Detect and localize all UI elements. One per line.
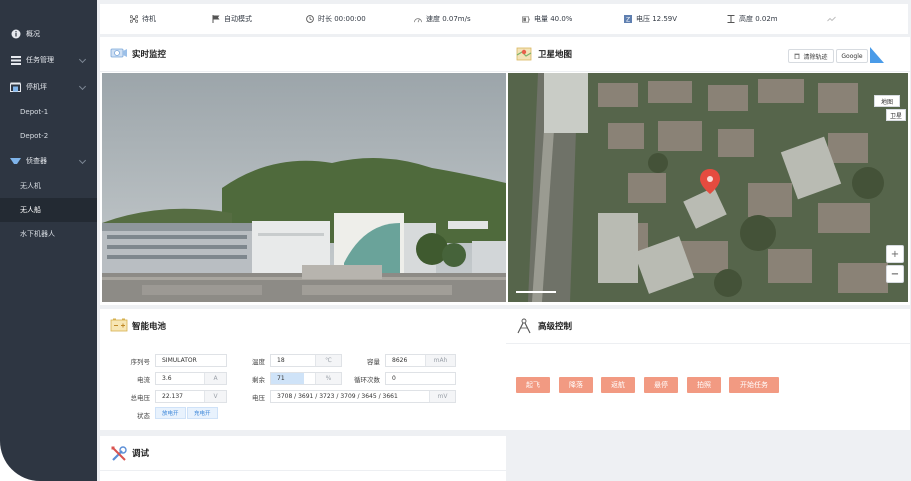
status-mode: 待机 — [130, 4, 156, 34]
info-icon — [10, 29, 21, 40]
cell-voltage-label: 电压 — [252, 394, 265, 402]
sidebar-item-label: 侦查器 — [26, 157, 47, 165]
sidebar-item-depot-1[interactable]: Depot-1 — [0, 100, 97, 124]
sidebar-item-hangar[interactable]: 停机坪 — [0, 75, 97, 99]
sidebar-item-label: 无人船 — [20, 206, 41, 214]
altitude-icon — [727, 15, 735, 23]
sidebar-item-label: 概况 — [26, 30, 40, 38]
debug-title: 调试 — [132, 449, 150, 459]
google-map-button[interactable]: Google — [836, 49, 868, 63]
sidebar-item-overview[interactable]: 概况 — [0, 22, 97, 46]
cell-voltage-field: 3708 / 3691 / 3723 / 3709 / 3645 / 3661 … — [270, 390, 456, 403]
advanced-control-panel: 高级控制 — [506, 309, 910, 430]
start-mission-button[interactable]: 开始任务 — [729, 377, 779, 393]
signal-icon — [827, 4, 836, 34]
discharge-toggle[interactable]: 放电开 — [155, 407, 186, 419]
sidebar-item-scout[interactable]: 侦查器 — [0, 149, 97, 173]
map-type-satellite-button[interactable]: 卫星 — [886, 109, 906, 121]
panel-header: 高级控制 — [516, 309, 572, 343]
satellite-title: 卫星地图 — [538, 50, 573, 60]
clear-track-button[interactable]: 清除轨迹 — [788, 49, 834, 63]
realtime-monitor-panel: 实时监控 — [100, 37, 506, 305]
take-photo-button[interactable]: 拍照 — [687, 377, 721, 393]
corner-flag-icon — [870, 47, 884, 63]
sidebar-item-label: 水下机器人 — [20, 230, 55, 238]
sidebar-item-drone[interactable]: 无人机 — [0, 174, 97, 198]
cycles-label: 循环次数 — [354, 376, 380, 384]
capacity-field: 8626 mAh — [385, 354, 456, 367]
sidebar-item-task-management[interactable]: 任务管理 — [0, 48, 97, 72]
map-icon — [516, 46, 532, 62]
sidebar-item-unmanned-boat[interactable]: 无人船 — [0, 198, 97, 222]
debug-panel: 调试 — [100, 436, 506, 481]
satellite-map-panel: 卫星地图 清除轨迹 Google 地图 卫星 + − — [506, 37, 910, 305]
zoom-in-button[interactable]: + — [886, 245, 904, 263]
satellite-imagery — [508, 73, 908, 302]
advanced-title: 高级控制 — [538, 322, 573, 332]
return-home-button[interactable]: 返航 — [601, 377, 635, 393]
remaining-label: 剩余 — [252, 376, 265, 384]
chevron-down-icon — [78, 82, 87, 91]
video-feed[interactable] — [102, 73, 506, 302]
map-type-road-button[interactable]: 地图 — [874, 95, 900, 107]
realtime-title: 实时监控 — [132, 50, 167, 60]
task-icon — [10, 55, 21, 66]
voltage-icon: Z — [624, 15, 632, 23]
chevron-down-icon — [78, 55, 87, 64]
battery-panel-icon — [110, 318, 128, 334]
chevron-down-icon — [78, 156, 87, 165]
sidebar-item-label: 任务管理 — [26, 56, 54, 64]
svg-text:Z: Z — [626, 16, 630, 23]
camera-icon — [110, 46, 127, 62]
sidebar-item-label: Depot-2 — [20, 132, 49, 140]
takeoff-button[interactable]: 起飞 — [516, 377, 550, 393]
panel-header: 调试 — [110, 436, 149, 470]
smart-battery-panel: 智能电池 序列号 SIMULATOR 电流 3.6 A 总电压 22.137 V… — [100, 309, 506, 430]
land-button[interactable]: 降落 — [559, 377, 593, 393]
status-battery: 电量 40.0% — [522, 4, 572, 34]
clock-icon — [306, 15, 314, 23]
trash-icon — [794, 53, 800, 59]
battery-icon — [522, 15, 530, 23]
tools-icon — [110, 445, 127, 461]
panel-header: 智能电池 — [110, 309, 166, 343]
status-speed: 速度 0.07m/s — [414, 4, 471, 34]
compass-icon — [516, 318, 532, 334]
drone-icon — [130, 15, 138, 23]
status-voltage: Z 电压 12.59V — [624, 15, 678, 23]
sidebar-item-depot-2[interactable]: Depot-2 — [0, 124, 97, 148]
status-label: 状态 — [137, 412, 150, 420]
zoom-out-button[interactable]: − — [886, 265, 904, 283]
scout-icon — [10, 156, 21, 167]
capacity-label: 容量 — [367, 358, 380, 366]
app-frame: 概况 任务管理 停机坪 Depot-1 Depot-2 侦查器 无人机 无人船 … — [0, 0, 911, 481]
sidebar-item-label: 停机坪 — [26, 83, 47, 91]
total-voltage-label: 总电压 — [130, 394, 151, 402]
panel-header: 实时监控 — [110, 37, 166, 71]
satellite-map[interactable]: 地图 卫星 + − — [508, 73, 908, 302]
status-bar: 待机 自动模式 时长 00:00:00 速度 0.07m/s 电量 40.0% — [100, 4, 908, 34]
battery-title: 智能电池 — [132, 322, 167, 332]
status-duration: 时长 00:00:00 — [306, 4, 366, 34]
sidebar-item-label: Depot-1 — [20, 108, 49, 116]
cycles-field: 0 — [385, 372, 456, 385]
serial-label: 序列号 — [130, 358, 151, 366]
video-frame-image — [102, 73, 506, 302]
status-auto-mode: 自动模式 — [212, 4, 252, 34]
panel-header: 卫星地图 — [516, 37, 572, 71]
current-label: 电流 — [137, 376, 150, 384]
hangar-icon — [10, 82, 21, 93]
flag-icon — [212, 15, 220, 23]
charge-toggle[interactable]: 充电开 — [187, 407, 218, 419]
sidebar-item-label: 无人机 — [20, 182, 41, 190]
temperature-label: 温度 — [252, 358, 265, 366]
sidebar: 概况 任务管理 停机坪 Depot-1 Depot-2 侦查器 无人机 无人船 … — [0, 0, 97, 481]
sidebar-item-underwater-robot[interactable]: 水下机器人 — [0, 222, 97, 246]
status-altitude: 高度 0.02m — [727, 4, 778, 34]
hover-button[interactable]: 悬停 — [644, 377, 678, 393]
speedometer-icon — [414, 15, 422, 23]
